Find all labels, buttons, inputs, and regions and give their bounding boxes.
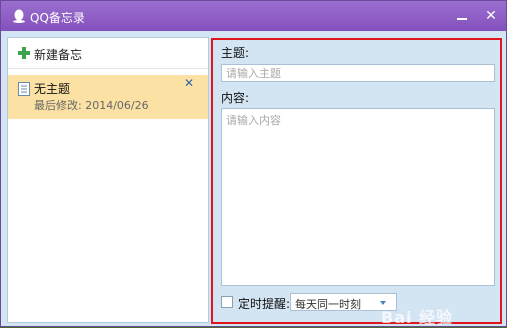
note-editor-panel: 主题: 内容: 定时提醒: 每天同一时刻: [211, 38, 502, 324]
note-title: 无主题: [34, 82, 71, 96]
subject-input[interactable]: [221, 64, 495, 82]
delete-note-icon[interactable]: ✕: [183, 77, 195, 89]
title-bar[interactable]: QQ备忘录 ✕: [1, 1, 506, 31]
reminder-frequency-value: 每天同一时刻: [295, 298, 361, 311]
reminder-label: 定时提醒:: [238, 297, 291, 311]
watermark: Bai 经验: [381, 308, 454, 327]
memo-window: QQ备忘录 ✕ 新建备忘 无主题 最后修改: 2014/06/26 ✕ 主题:: [0, 0, 507, 327]
subject-label: 主题:: [221, 46, 250, 60]
content-textarea[interactable]: [221, 108, 495, 286]
new-note-label: 新建备忘: [34, 48, 83, 62]
note-modified-date: 最后修改: 2014/06/26: [34, 99, 149, 112]
qq-penguin-icon: [13, 9, 25, 23]
plus-icon: [18, 47, 30, 59]
divider: [8, 68, 208, 69]
note-list-item[interactable]: 无主题 最后修改: 2014/06/26 ✕: [8, 75, 208, 119]
content-label: 内容:: [221, 91, 250, 105]
close-button[interactable]: ✕: [483, 7, 499, 25]
minimize-button[interactable]: [454, 8, 470, 24]
note-icon: [18, 82, 30, 96]
window-title: QQ备忘录: [30, 11, 85, 25]
new-note-button[interactable]: 新建备忘: [8, 38, 208, 68]
reminder-checkbox[interactable]: [221, 296, 233, 308]
notes-sidebar: 新建备忘 无主题 最后修改: 2014/06/26 ✕: [7, 37, 209, 323]
